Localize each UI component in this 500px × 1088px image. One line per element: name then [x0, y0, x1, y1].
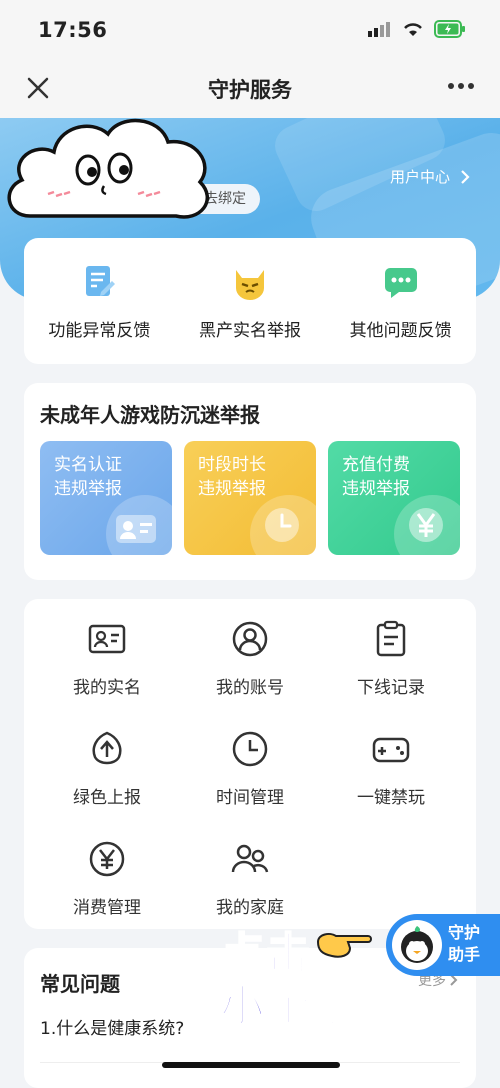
chevron-right-icon	[461, 169, 470, 184]
yen-icon	[89, 841, 125, 877]
feedback-label: 其他问题反馈	[349, 321, 452, 341]
guardian-assistant-button[interactable]: 守护 助手	[386, 914, 500, 976]
grid-item-label: 绿色上报	[73, 788, 141, 808]
gamepad-icon	[372, 737, 410, 763]
promo-line2: 小企鹅	[219, 980, 358, 1033]
grid-item-one-click-ban[interactable]: 一键禁玩	[316, 729, 466, 808]
home-indicator[interactable]	[162, 1062, 340, 1068]
minor-report-title: 未成年人游戏防沉迷举报	[40, 403, 260, 427]
upload-shield-icon	[92, 731, 122, 765]
status-bar: 17:56	[0, 0, 500, 60]
feedback-item-other[interactable]: 其他问题反馈	[325, 238, 476, 364]
grid-item-label: 消费管理	[73, 898, 141, 918]
yen-icon	[409, 508, 443, 542]
wifi-icon	[404, 23, 422, 36]
battery-icon	[434, 20, 465, 38]
grid-item-label: 下线记录	[357, 678, 425, 698]
cloud-mascot-sticker	[7, 118, 209, 219]
clipboard-icon	[376, 620, 406, 657]
tile-payment-report[interactable]: 充值付费 违规举报	[328, 441, 460, 555]
tile-label: 充值付费 违规举报	[342, 455, 410, 499]
grid-item-time-manage[interactable]: 时间管理	[175, 729, 325, 808]
grid-item-realname[interactable]: 我的实名	[32, 619, 182, 698]
clock-icon	[232, 731, 268, 767]
grid-item-label: 我的家庭	[216, 898, 284, 918]
id-card-icon	[88, 624, 126, 654]
user-circle-icon	[232, 621, 268, 657]
page-title: 守护服务	[208, 78, 292, 102]
feedback-item-blackmarket[interactable]: 黑产实名举报	[175, 238, 326, 364]
grid-item-label: 时间管理	[216, 788, 284, 808]
user-center-link[interactable]: 用户中心	[390, 166, 470, 187]
status-icons	[368, 20, 466, 38]
chat-bubble-icon	[384, 268, 417, 298]
promo-sticker: 点击 小企鹅	[218, 916, 378, 1033]
faq-title: 常见问题	[40, 972, 120, 996]
assistant-label: 守护 助手	[448, 923, 481, 964]
grid-item-label: 一键禁玩	[357, 788, 425, 808]
clock-icon	[265, 508, 299, 542]
grid-item-spending[interactable]: 消费管理	[32, 839, 182, 918]
id-card-icon	[116, 515, 156, 543]
penguin-avatar	[392, 920, 442, 970]
user-center-label: 用户中心	[389, 168, 450, 186]
status-time: 17:56	[38, 18, 108, 42]
grid-item-green-report[interactable]: 绿色上报	[32, 729, 182, 808]
tile-label: 时段时长 违规举报	[198, 455, 266, 499]
feedback-label: 黑产实名举报	[199, 321, 301, 341]
feedback-card: 功能异常反馈 黑产实名举报 其他问题反馈	[24, 238, 476, 364]
feedback-label: 功能异常反馈	[48, 321, 151, 341]
doc-edit-icon	[86, 266, 116, 296]
tile-realname-report[interactable]: 实名认证 违规举报	[40, 441, 172, 555]
faq-question[interactable]: 1.什么是健康系统?	[40, 1014, 184, 1039]
minor-report-card: 未成年人游戏防沉迷举报 实名认证 违规举报 时段时长 违规举报 充值付费 违规举报	[24, 383, 476, 580]
cat-face-icon	[236, 270, 264, 300]
tile-time-report[interactable]: 时段时长 违规举报	[184, 441, 316, 555]
pointing-hand-icon	[316, 933, 372, 958]
grid-item-label: 我的实名	[73, 678, 141, 698]
grid-item-label: 我的账号	[216, 678, 284, 698]
more-icon[interactable]	[446, 76, 476, 96]
grid-item-family[interactable]: 我的家庭	[175, 839, 325, 918]
feedback-item-function[interactable]: 功能异常反馈	[24, 238, 175, 364]
grid-item-account[interactable]: 我的账号	[175, 619, 325, 698]
family-icon	[231, 844, 269, 873]
signal-icon	[368, 22, 390, 37]
grid-item-offline-log[interactable]: 下线记录	[316, 619, 466, 698]
tile-label: 实名认证 违规举报	[54, 455, 122, 499]
function-grid-card: 我的实名 我的账号 下线记录 绿色上报 时间管理 一键禁玩 消费管理 我的家庭	[24, 599, 476, 929]
